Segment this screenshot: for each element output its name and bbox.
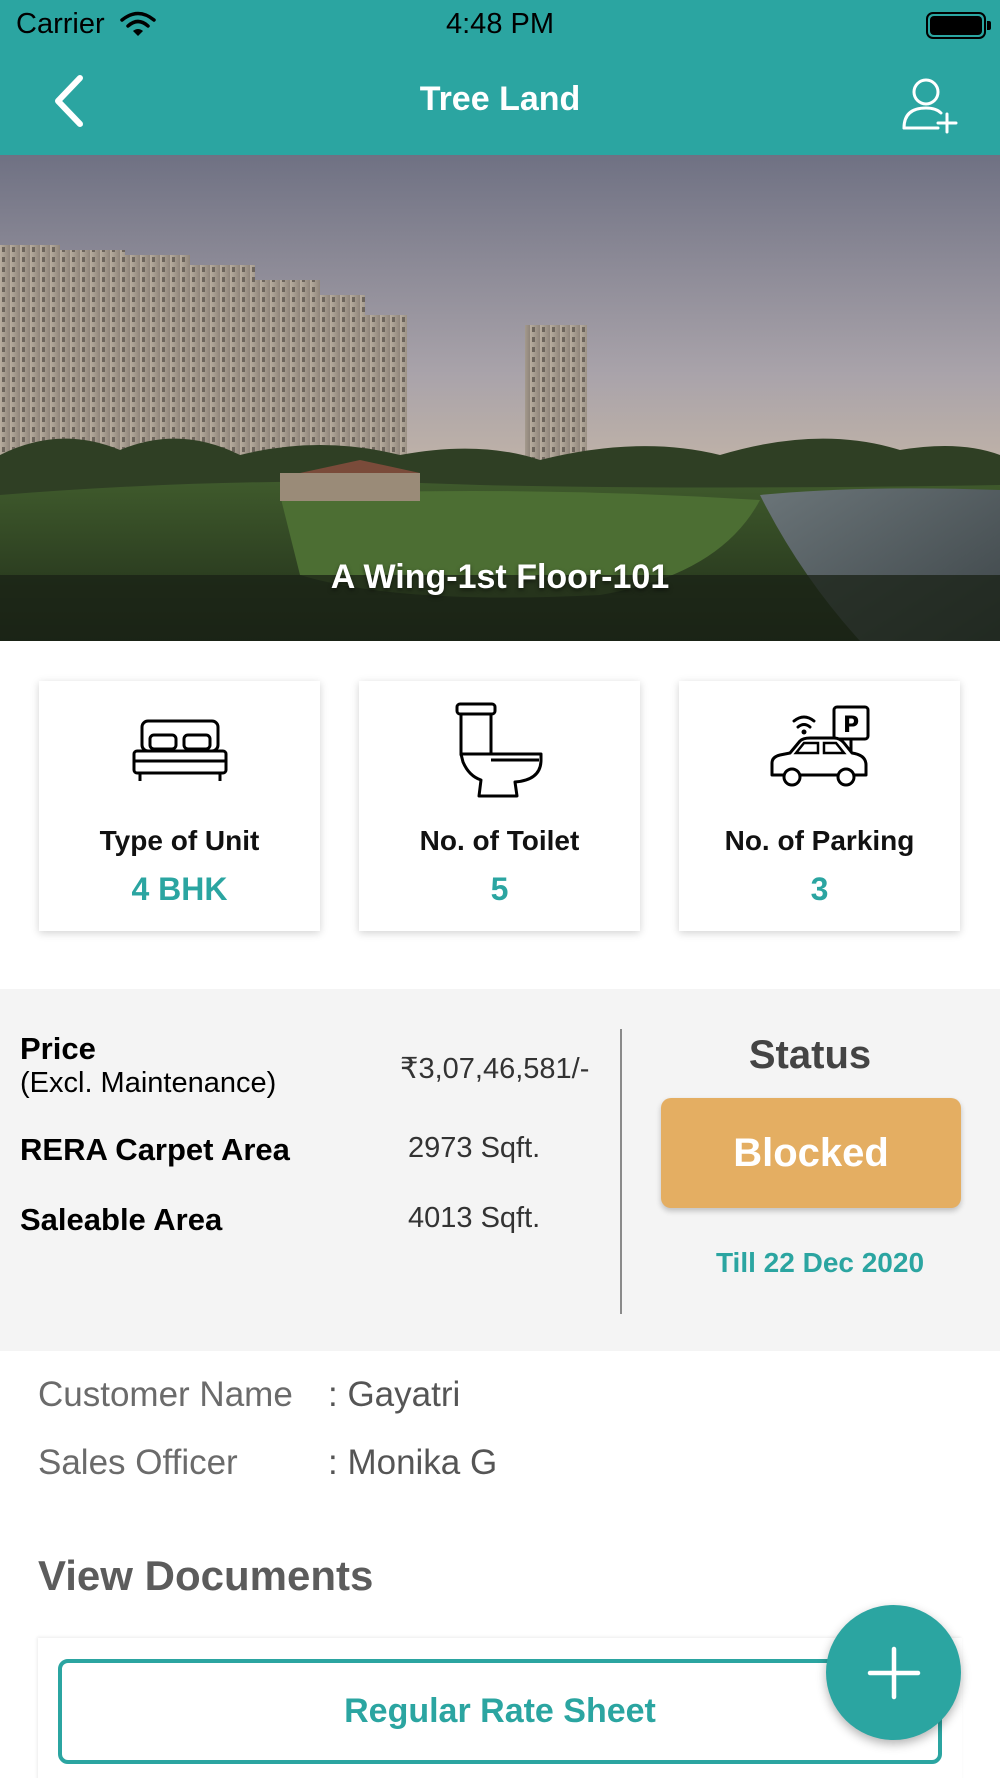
- rera-area-value: 2973 Sqft.: [408, 1132, 541, 1164]
- card-label: No. of Toilet: [419, 825, 580, 856]
- battery-icon: [926, 12, 991, 39]
- sales-officer-label: Sales Officer: [38, 1443, 238, 1482]
- card-value: 5: [490, 871, 509, 907]
- add-user-button[interactable]: [900, 74, 960, 134]
- card-label: No. of Parking: [724, 825, 915, 856]
- toilet-icon: [359, 695, 640, 805]
- unit-details-panel: Price (Excl. Maintenance) ₹3,07,46,581/-…: [0, 989, 1000, 1351]
- bed-icon: [39, 695, 320, 805]
- status-title: Status: [748, 1033, 872, 1077]
- card-parking: P No. of Parking 3: [679, 681, 960, 931]
- view-documents-heading: View Documents: [38, 1552, 374, 1599]
- divider: [620, 1029, 622, 1314]
- feature-cards: Type of Unit 4 BHK No. of Toilet 5 P No.…: [0, 641, 1000, 989]
- card-unit-type: Type of Unit 4 BHK: [39, 681, 320, 931]
- add-user-icon: [902, 78, 958, 134]
- regular-rate-sheet-button[interactable]: Regular Rate Sheet: [58, 1659, 942, 1764]
- status-till-date: Till 22 Dec 2020: [715, 1247, 925, 1278]
- customer-name-value: : Gayatri: [328, 1375, 461, 1414]
- price-label-group: Price (Excl. Maintenance): [20, 1031, 276, 1100]
- saleable-area-value: 4013 Sqft.: [408, 1202, 541, 1234]
- price-value: ₹3,07,46,581/-: [400, 1053, 590, 1085]
- card-toilet: No. of Toilet 5: [359, 681, 640, 931]
- status-badge: Blocked: [661, 1098, 961, 1208]
- price-sublabel: (Excl. Maintenance): [20, 1067, 277, 1099]
- price-label: Price: [20, 1031, 96, 1066]
- rera-area-label: RERA Carpet Area: [20, 1132, 290, 1167]
- card-label: Type of Unit: [99, 825, 260, 856]
- card-value: 3: [810, 871, 829, 907]
- unit-caption: A Wing-1st Floor-101: [330, 558, 670, 596]
- top-bar: Carrier 4:48 PM Tree Land: [0, 0, 1000, 155]
- saleable-area-label: Saleable Area: [20, 1202, 223, 1237]
- status-bar: Carrier 4:48 PM: [0, 0, 1000, 50]
- plus-icon: [867, 1646, 920, 1699]
- add-button[interactable]: [826, 1605, 961, 1740]
- parking-car-icon: P: [679, 695, 960, 805]
- card-value: 4 BHK: [131, 871, 228, 907]
- nav-bar: Tree Land: [0, 50, 1000, 155]
- sales-officer-value: : Monika G: [328, 1443, 498, 1482]
- hero-image: A Wing-1st Floor-101: [0, 155, 1000, 641]
- clock: 4:48 PM: [446, 8, 554, 40]
- page-title: Tree Land: [419, 80, 581, 118]
- customer-name-label: Customer Name: [38, 1375, 293, 1414]
- svg-text:P: P: [842, 713, 858, 738]
